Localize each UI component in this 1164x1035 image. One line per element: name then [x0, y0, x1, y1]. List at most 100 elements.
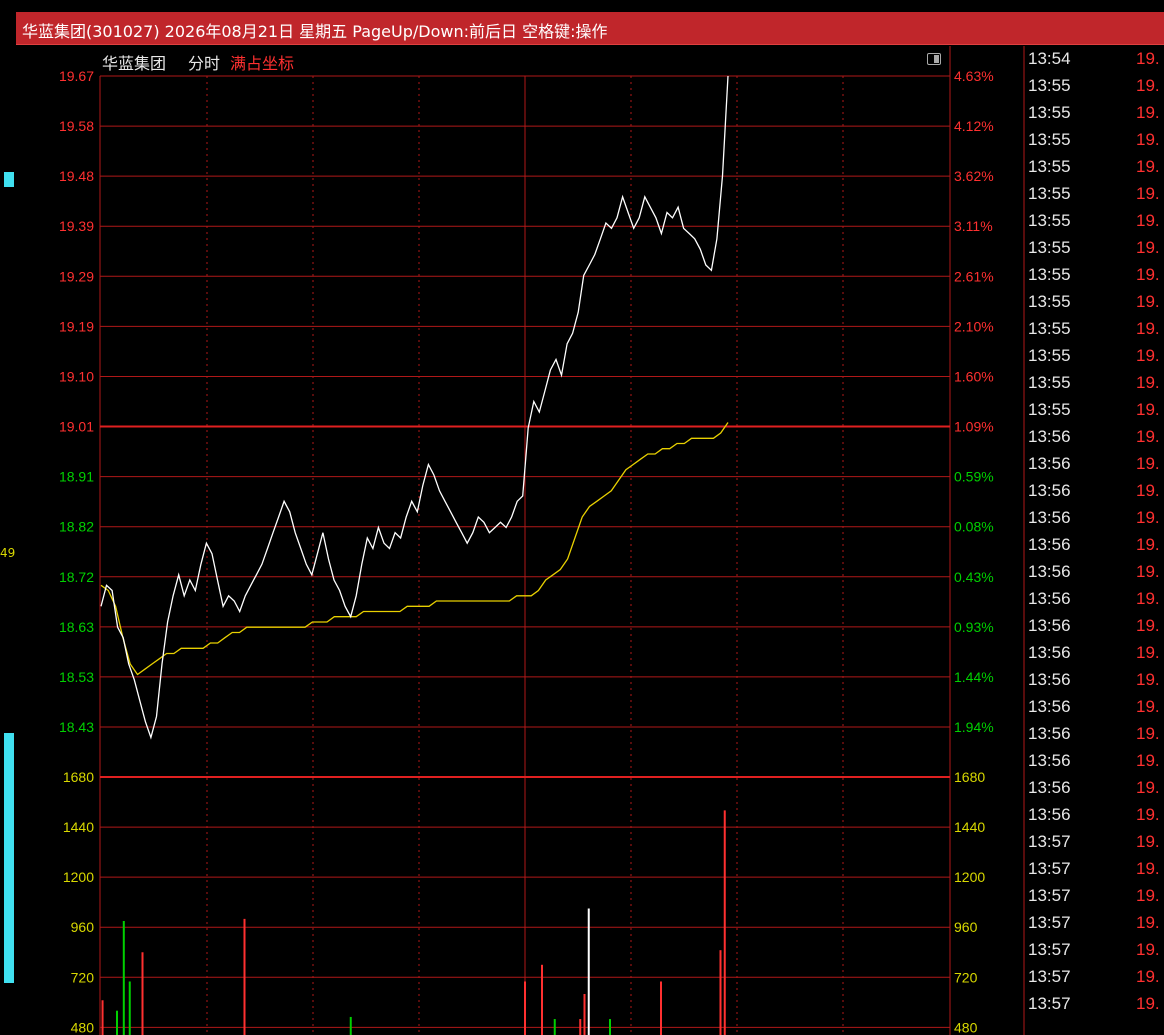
volume-tick-label: 960 — [71, 919, 95, 935]
volume-tick-label: 1440 — [63, 819, 94, 835]
tick-price: 19. — [1136, 427, 1160, 446]
price-tick-label: 18.53 — [59, 669, 94, 685]
pct-tick-label: 3.11% — [954, 218, 993, 234]
tick-time: 13:55 — [1028, 319, 1071, 338]
tick-row: 13:56 19. — [1028, 721, 1164, 748]
tick-time: 13:55 — [1028, 157, 1071, 176]
tick-price: 19. — [1136, 211, 1160, 230]
tick-time: 13:56 — [1028, 805, 1071, 824]
pct-tick-label: 0.08% — [954, 519, 994, 535]
tick-time: 13:55 — [1028, 184, 1071, 203]
tick-price: 19. — [1136, 76, 1160, 95]
tick-time: 13:56 — [1028, 589, 1071, 608]
tick-list[interactable]: 13:54 19. 13:55 19. 13:55 19. 13:55 19. 13:55 19.… — [1028, 46, 1164, 1018]
tick-price: 19. — [1136, 940, 1160, 959]
tick-price: 19. — [1136, 184, 1160, 203]
tick-price: 19. — [1136, 994, 1160, 1013]
pct-tick-label: 3.62% — [954, 168, 994, 184]
tick-price: 19. — [1136, 778, 1160, 797]
tick-price: 19. — [1136, 670, 1160, 689]
tick-price: 19. — [1136, 832, 1160, 851]
tick-row: 13:55 19. — [1028, 316, 1164, 343]
pct-tick-label: 4.12% — [954, 118, 994, 134]
pct-tick-label: 2.10% — [954, 318, 994, 334]
tick-price: 19. — [1136, 724, 1160, 743]
price-line — [100, 75, 729, 740]
tick-row: 13:57 19. — [1028, 964, 1164, 991]
tick-time: 13:57 — [1028, 940, 1071, 959]
tick-time: 13:56 — [1028, 751, 1071, 770]
tick-price: 19. — [1136, 508, 1160, 527]
tick-time: 13:55 — [1028, 265, 1071, 284]
tick-time: 13:56 — [1028, 643, 1071, 662]
tick-row: 13:56 19. — [1028, 478, 1164, 505]
tick-row: 13:55 19. — [1028, 343, 1164, 370]
tick-price: 19. — [1136, 913, 1160, 932]
scale-mode-label[interactable]: 满占坐标 — [230, 50, 294, 74]
volume-tick-label-right: 480 — [954, 1019, 978, 1035]
tick-time: 13:55 — [1028, 238, 1071, 257]
tick-row: 13:55 19. — [1028, 208, 1164, 235]
intraday-chart[interactable]: 19.67 4.63% 19.58 4.12% 19.48 3.62% 19.39 3.11%… — [0, 0, 1164, 1035]
tick-price: 19. — [1136, 292, 1160, 311]
tick-row: 13:57 19. — [1028, 991, 1164, 1018]
tick-time: 13:56 — [1028, 508, 1071, 527]
tick-row: 13:55 19. — [1028, 235, 1164, 262]
pct-tick-label: 1.44% — [954, 669, 994, 685]
tick-time: 13:56 — [1028, 724, 1071, 743]
pct-tick-label: 0.93% — [954, 619, 994, 635]
tick-price: 19. — [1136, 238, 1160, 257]
tick-row: 13:55 19. — [1028, 127, 1164, 154]
tick-price: 19. — [1136, 697, 1160, 716]
tick-price: 19. — [1136, 481, 1160, 500]
price-tick-label: 19.48 — [59, 168, 94, 184]
tick-time: 13:55 — [1028, 211, 1071, 230]
tick-price: 19. — [1136, 130, 1160, 149]
volume-tick-label: 720 — [71, 969, 95, 985]
tick-price: 19. — [1136, 562, 1160, 581]
tick-row: 13:55 19. — [1028, 181, 1164, 208]
tick-price: 19. — [1136, 265, 1160, 284]
tick-row: 13:57 19. — [1028, 910, 1164, 937]
tick-row: 13:56 19. — [1028, 640, 1164, 667]
tick-time: 13:57 — [1028, 859, 1071, 878]
volume-tick-label-right: 1200 — [954, 869, 985, 885]
pct-tick-label: 4.63% — [954, 68, 994, 84]
tick-time: 13:55 — [1028, 103, 1071, 122]
tick-time: 13:56 — [1028, 562, 1071, 581]
tick-time: 13:55 — [1028, 373, 1071, 392]
panel-toggle-icon[interactable] — [927, 53, 941, 65]
pct-tick-label: 1.60% — [954, 368, 994, 384]
pct-tick-label: 1.94% — [954, 719, 994, 735]
tick-time: 13:57 — [1028, 832, 1071, 851]
price-tick-label: 19.29 — [59, 268, 94, 284]
volume-tick-label-right: 720 — [954, 969, 978, 985]
tick-row: 13:55 19. — [1028, 154, 1164, 181]
tick-time: 13:56 — [1028, 481, 1071, 500]
tick-time: 13:55 — [1028, 76, 1071, 95]
tick-time: 13:56 — [1028, 454, 1071, 473]
tick-price: 19. — [1136, 859, 1160, 878]
tick-price: 19. — [1136, 616, 1160, 635]
view-mode-label[interactable]: 分时 — [188, 50, 220, 74]
pct-tick-label: 2.61% — [954, 268, 994, 284]
price-tick-label: 19.01 — [59, 419, 94, 435]
tick-row: 13:55 19. — [1028, 73, 1164, 100]
tick-row: 13:57 19. — [1028, 856, 1164, 883]
volume-tick-label-right: 1680 — [954, 769, 985, 785]
price-tick-label: 18.43 — [59, 719, 94, 735]
tick-price: 19. — [1136, 967, 1160, 986]
price-tick-label: 18.63 — [59, 619, 94, 635]
tick-price: 19. — [1136, 589, 1160, 608]
tick-row: 13:56 19. — [1028, 613, 1164, 640]
tick-time: 13:56 — [1028, 670, 1071, 689]
tick-price: 19. — [1136, 400, 1160, 419]
tick-row: 13:54 19. — [1028, 46, 1164, 73]
tick-price: 19. — [1136, 643, 1160, 662]
price-tick-label: 18.82 — [59, 519, 94, 535]
tick-row: 13:56 19. — [1028, 775, 1164, 802]
tick-row: 13:55 19. — [1028, 262, 1164, 289]
pct-tick-label: 1.09% — [954, 419, 994, 435]
tick-row: 13:56 19. — [1028, 559, 1164, 586]
tick-price: 19. — [1136, 346, 1160, 365]
